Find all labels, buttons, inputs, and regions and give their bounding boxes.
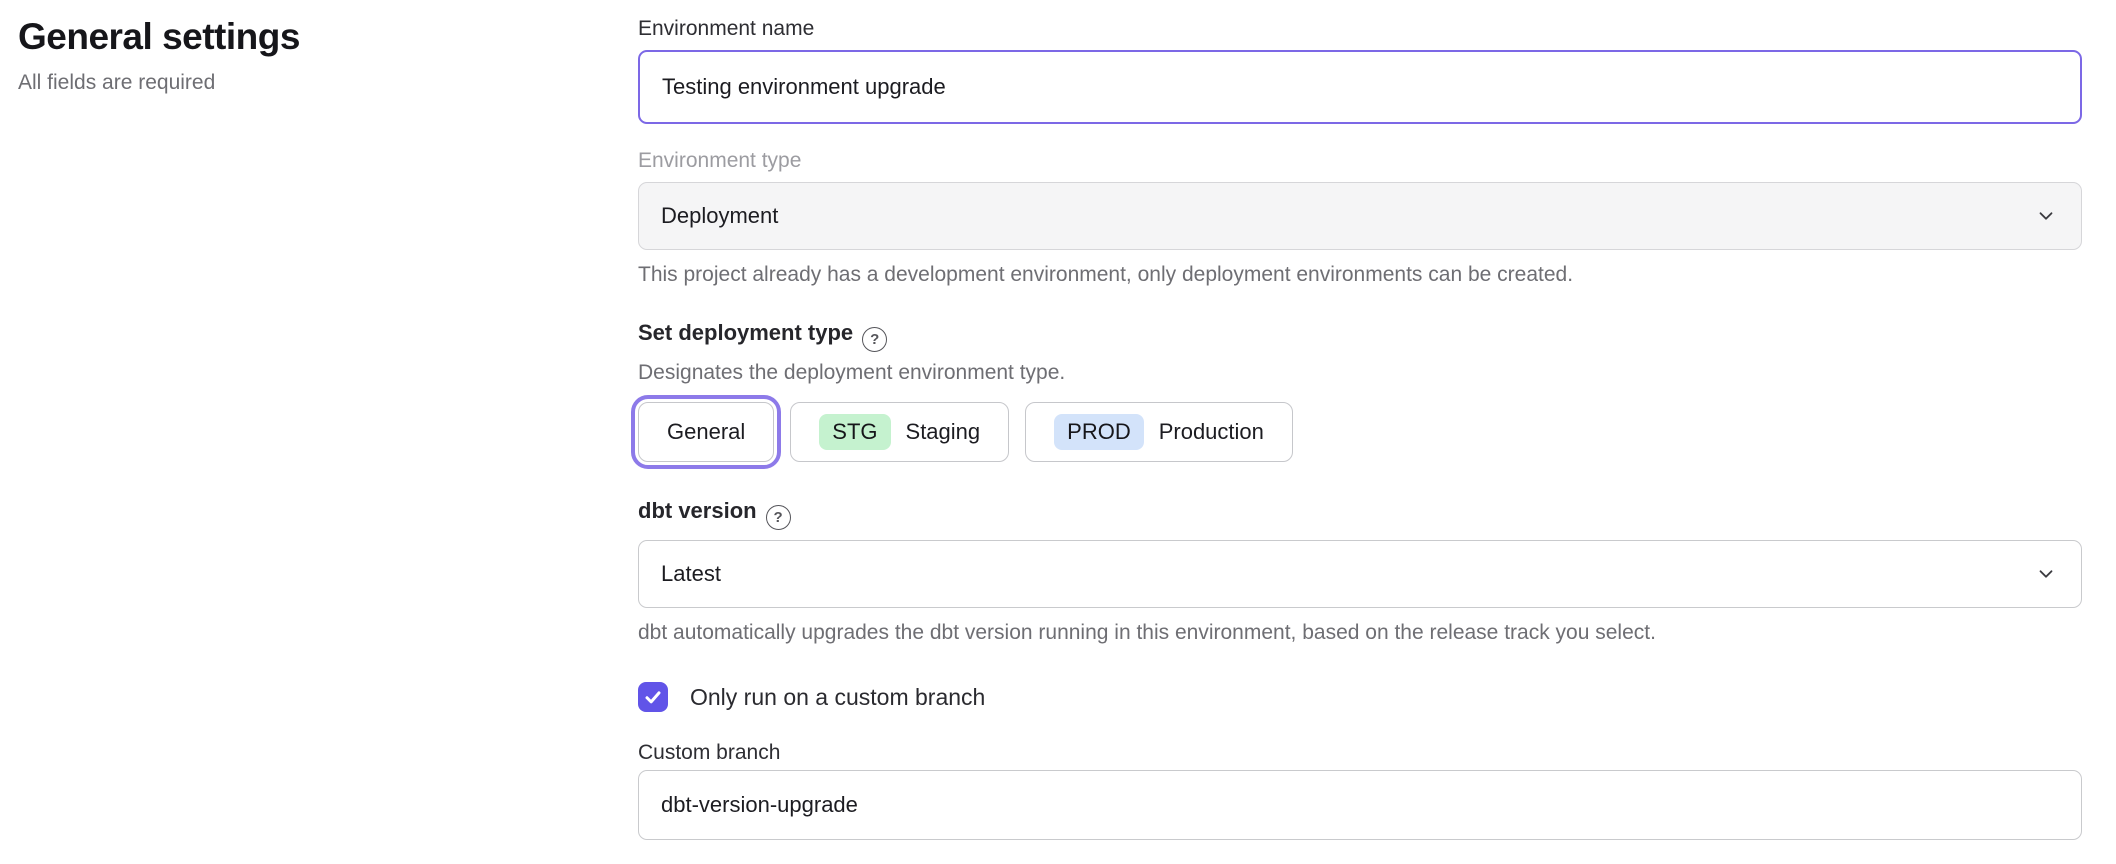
custom-branch-checkbox-row: Only run on a custom branch [638,682,2082,712]
environment-type-select[interactable]: Deployment [638,182,2082,250]
deployment-type-options: General STG Staging PROD Production [638,402,2082,462]
dbt-version-help-icon[interactable]: ? [766,505,791,530]
page-subtitle: All fields are required [18,70,578,96]
deployment-type-production-label: Production [1159,419,1264,445]
deployment-type-general-label: General [667,419,745,445]
environment-name-input[interactable] [638,50,2082,124]
environment-name-label: Environment name [638,16,2082,42]
staging-badge: STG [819,414,890,450]
environment-type-label: Environment type [638,148,2082,174]
page-title: General settings [18,14,578,60]
custom-branch-label: Custom branch [638,740,2082,766]
dbt-version-select[interactable]: Latest [638,540,2082,608]
chevron-down-icon [2035,563,2057,585]
deployment-type-general-button[interactable]: General [638,402,774,462]
deployment-type-production-button[interactable]: PROD Production [1025,402,1293,462]
deployment-type-helper: Designates the deployment environment ty… [638,360,2082,386]
production-badge: PROD [1054,414,1144,450]
environment-type-value: Deployment [661,203,778,229]
deployment-type-staging-button[interactable]: STG Staging [790,402,1009,462]
dbt-version-value: Latest [661,561,721,587]
section-intro: General settings All fields are required [18,14,578,96]
general-settings-form: Environment name Environment type Deploy… [638,0,2082,840]
environment-type-helper: This project already has a development e… [638,262,2082,288]
custom-branch-checkbox[interactable] [638,682,668,712]
custom-branch-input[interactable] [638,770,2082,840]
custom-branch-checkbox-label[interactable]: Only run on a custom branch [690,684,985,711]
dbt-version-helper: dbt automatically upgrades the dbt versi… [638,620,2082,646]
dbt-version-label: dbt version [638,498,757,523]
deployment-type-help-icon[interactable]: ? [862,327,887,352]
checkmark-icon [644,688,662,706]
environment-settings-page: General settings All fields are required… [0,0,2116,864]
deployment-type-staging-label: Staging [906,419,981,445]
chevron-down-icon [2035,205,2057,227]
deployment-type-label: Set deployment type [638,320,853,345]
